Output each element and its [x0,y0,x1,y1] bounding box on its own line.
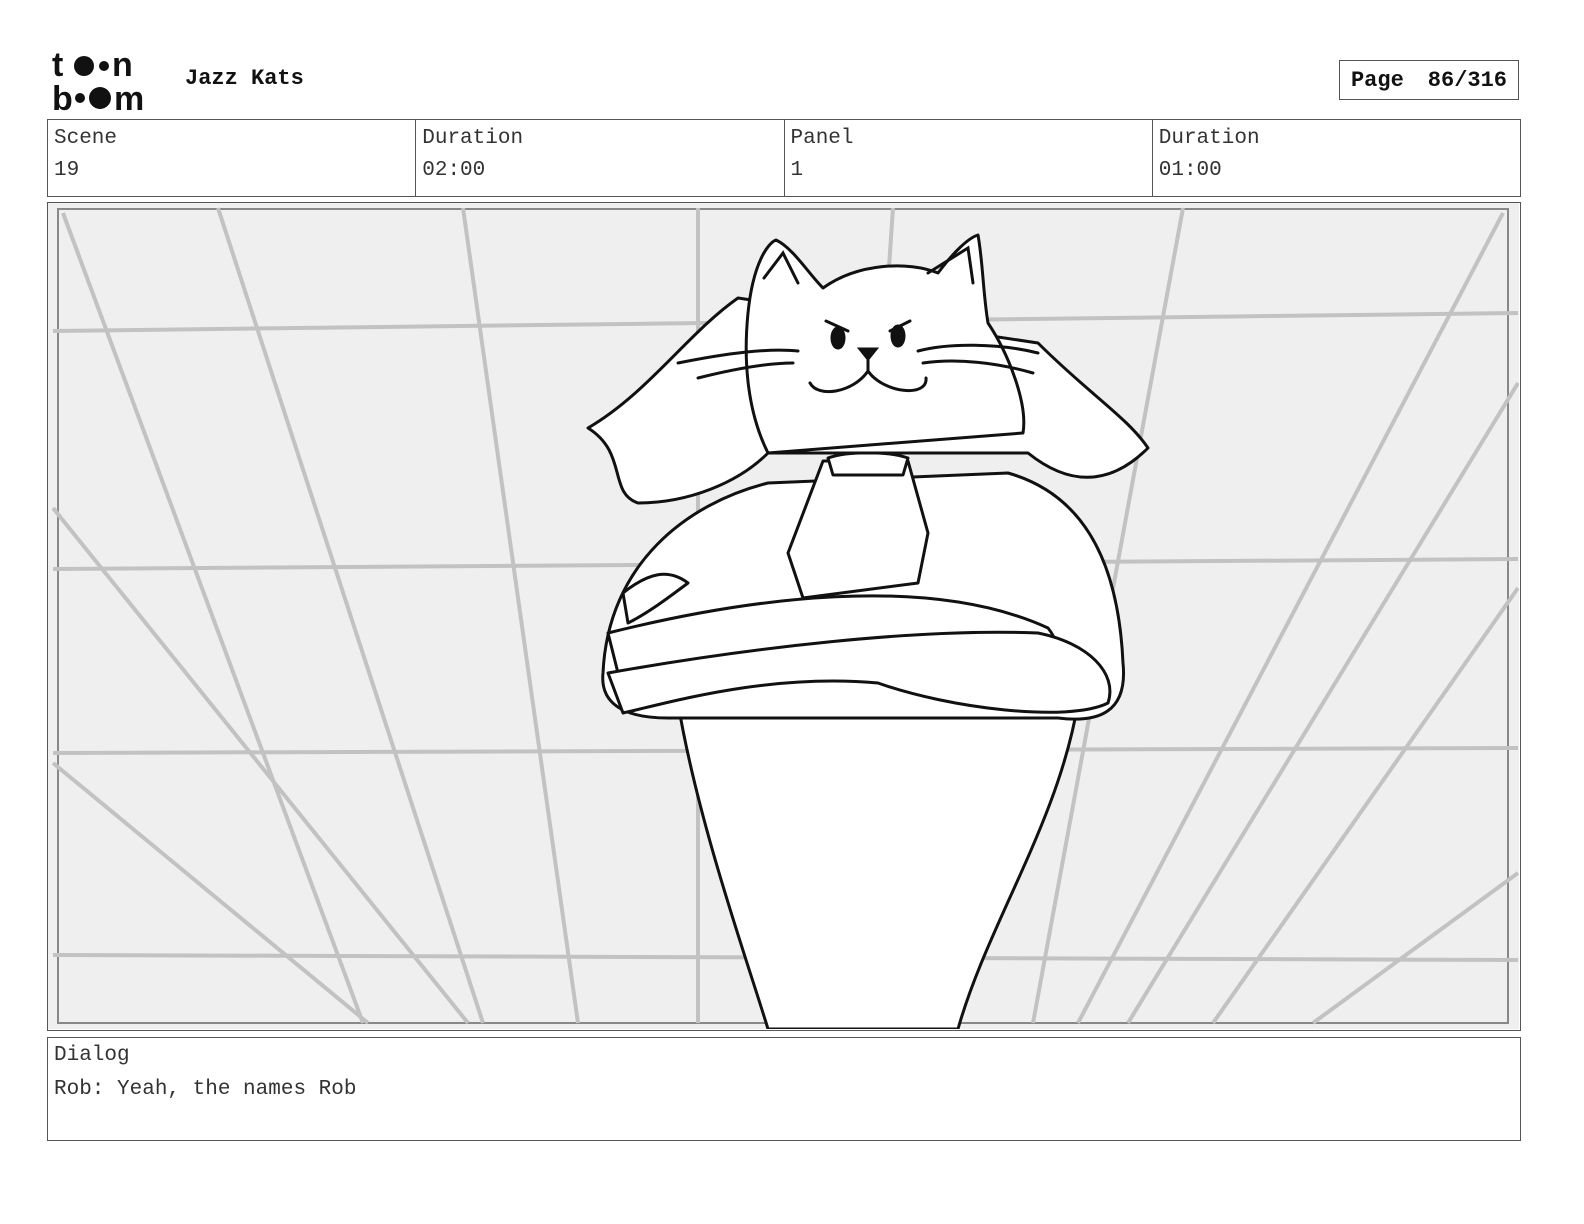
svg-text:t: t [52,48,63,84]
storyboard-panel [47,202,1521,1031]
panel-duration-value: 01:00 [1158,159,1222,182]
page-indicator: Page 86/316 [1339,60,1519,100]
scene-duration-label: Duration [422,127,524,150]
toon-boom-logo: t n b m [52,48,144,114]
page-label: Page [1350,67,1404,93]
dialog-label: Dialog [54,1044,130,1067]
panel-value: 1 [790,159,804,182]
scene-cell: Scene 19 [48,120,417,196]
dialog-box: Dialog Rob: Yeah, the names Rob [47,1037,1521,1141]
scene-label: Scene [54,127,118,150]
scene-duration-cell: Duration 02:00 [416,120,785,196]
panel-duration-label: Duration [1158,127,1260,150]
panel-cell: Panel 1 [785,120,1153,196]
page-value: 86/316 [1427,67,1508,93]
svg-text:m: m [114,80,144,114]
dialog-text: Rob: Yeah, the names Rob [54,1078,357,1101]
scene-duration-value: 02:00 [422,159,486,182]
svg-text:b: b [52,80,73,114]
scene-value: 19 [54,159,80,182]
panel-label: Panel [790,127,854,150]
panel-drawing [48,203,1519,1029]
project-title: Jazz Kats [185,66,304,91]
panel-duration-cell: Duration 01:00 [1153,120,1520,196]
scene-info-row: Scene 19 Duration 02:00 Panel 1 Duration… [47,119,1521,197]
svg-text:n: n [112,48,133,84]
